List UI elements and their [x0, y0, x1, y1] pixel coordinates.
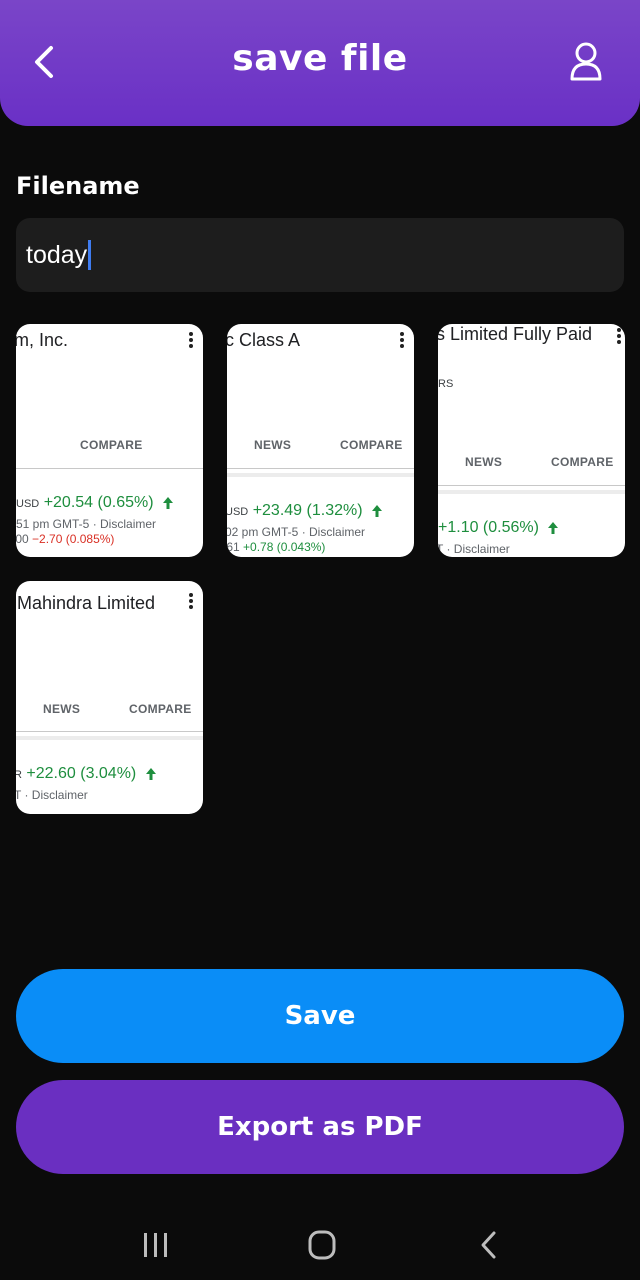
- divider: [16, 468, 203, 469]
- stock-card-3[interactable]: s Limited Fully Paid RS NEWS COMPARE +1.…: [438, 324, 625, 557]
- recents-icon: [144, 1233, 167, 1257]
- stock-name: c Class A: [227, 330, 301, 350]
- user-icon: [570, 42, 602, 81]
- save-button[interactable]: Save: [16, 969, 624, 1063]
- divider: [438, 490, 625, 494]
- stock-name-text: Mahindra Limited: [17, 593, 156, 613]
- filename-input[interactable]: today: [16, 218, 624, 292]
- tab-news[interactable]: NEWS: [465, 455, 502, 469]
- price-change: R +22.60 (3.04%): [16, 765, 157, 783]
- tab-news[interactable]: NEWS: [254, 438, 291, 452]
- price-currency: USD: [227, 506, 249, 518]
- home-button[interactable]: [302, 1230, 342, 1260]
- after-hours: .61 +0.78 (0.043%): [227, 540, 325, 554]
- after-hours-change: −2.70 (0.085%): [32, 532, 115, 546]
- divider: [16, 731, 203, 732]
- arrow-up-icon: [548, 521, 559, 534]
- arrow-up-icon: [145, 767, 156, 780]
- stock-name: m, Inc.: [16, 330, 69, 350]
- stock-name: s Limited Fully Paid: [438, 324, 593, 344]
- after-hours: .00 −2.70 (0.085%): [16, 532, 114, 546]
- after-hours-change: +0.78 (0.043%): [243, 540, 326, 554]
- after-hours-value: .61: [227, 540, 240, 554]
- stock-name: ​Mahindra Limited: [16, 593, 155, 614]
- app-header: save file: [0, 0, 640, 126]
- price-change: +1.10 (0.56%): [438, 519, 559, 537]
- price-change: USD +23.49 (1.32%): [227, 502, 383, 520]
- stock-card-2[interactable]: c Class A NEWS COMPARE USD +23.49 (1.32%…: [227, 324, 414, 557]
- price-currency: USD: [16, 498, 40, 510]
- home-icon: [308, 1230, 336, 1260]
- export-pdf-button[interactable]: Export as PDF: [16, 1080, 624, 1174]
- more-options-icon[interactable]: [189, 332, 193, 348]
- stock-card-4[interactable]: ​Mahindra Limited NEWS COMPARE R +22.60 …: [16, 581, 203, 814]
- divider: [438, 485, 625, 486]
- system-navbar: [0, 1210, 640, 1280]
- price-currency: R: [16, 769, 22, 781]
- price-timestamp: 02 pm GMT-5 · Disclaimer: [227, 525, 366, 539]
- price-change-value: +22.60 (3.04%): [26, 765, 137, 782]
- divider: [227, 468, 414, 469]
- more-options-icon[interactable]: [617, 328, 621, 344]
- tab-compare[interactable]: COMPARE: [551, 455, 614, 469]
- price-change-value: +23.49 (1.32%): [252, 502, 363, 519]
- page-title: save file: [232, 38, 408, 79]
- price-timestamp: 51 pm GMT-5 · Disclaimer: [16, 517, 157, 531]
- tab-compare[interactable]: COMPARE: [129, 702, 192, 716]
- back-icon: [481, 1231, 496, 1259]
- filename-label: Filename: [16, 172, 140, 200]
- arrow-up-icon: [163, 496, 173, 509]
- recents-button[interactable]: [136, 1230, 176, 1260]
- divider: [227, 473, 414, 477]
- price-timestamp: T · Disclaimer: [438, 542, 510, 556]
- price-change: USD +20.54 (0.65%): [16, 494, 174, 512]
- price-change-value: +1.10 (0.56%): [438, 519, 539, 536]
- more-options-icon[interactable]: [400, 332, 404, 348]
- divider: [16, 736, 203, 740]
- stock-subtitle: RS: [438, 378, 454, 390]
- filename-value: today: [26, 240, 88, 269]
- after-hours-value: .00: [16, 532, 29, 546]
- tab-compare[interactable]: COMPARE: [80, 438, 143, 452]
- stock-card-1[interactable]: m, Inc. COMPARE USD +20.54 (0.65%) 51 pm…: [16, 324, 203, 557]
- back-nav-button[interactable]: [470, 1230, 510, 1260]
- profile-button[interactable]: [562, 38, 610, 86]
- tab-news[interactable]: NEWS: [43, 702, 80, 716]
- price-timestamp: T · Disclaimer: [16, 788, 88, 802]
- arrow-up-icon: [372, 504, 382, 517]
- price-change-value: +20.54 (0.65%): [43, 494, 154, 511]
- text-caret: [88, 240, 92, 270]
- tab-compare[interactable]: COMPARE: [340, 438, 403, 452]
- more-options-icon[interactable]: [189, 593, 193, 609]
